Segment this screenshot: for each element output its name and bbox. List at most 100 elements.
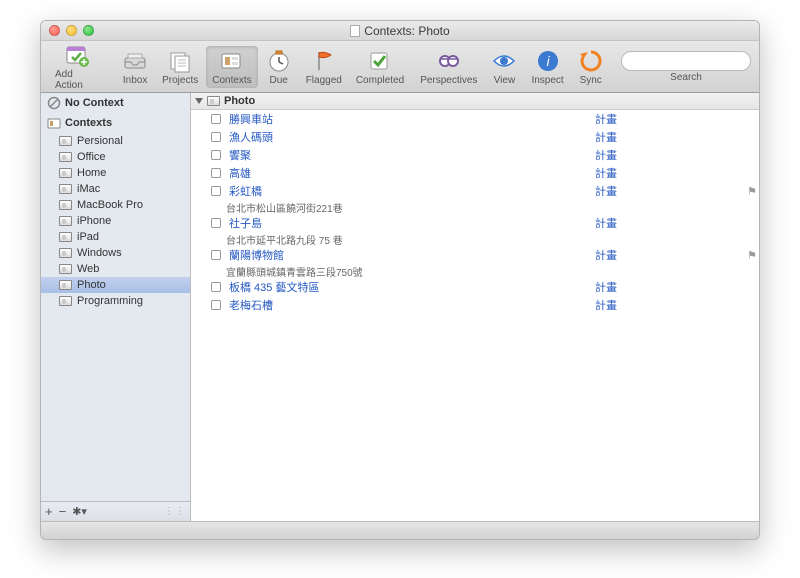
disclosure-triangle-icon[interactable]	[195, 98, 203, 104]
no-context-label: No Context	[65, 97, 124, 109]
task-row[interactable]: 漁人碼頭計畫	[191, 128, 759, 146]
sidebar-item-photo[interactable]: Photo	[41, 277, 190, 293]
task-checkbox[interactable]	[211, 300, 221, 310]
sidebar-item-windows[interactable]: Windows	[41, 245, 190, 261]
sidebar-item-label: iPad	[77, 231, 99, 243]
sidebar-item-home[interactable]: Home	[41, 165, 190, 181]
titlebar[interactable]: Contexts: Photo	[41, 21, 759, 41]
sidebar: No Context Contexts Persional Office Home i…	[41, 93, 191, 521]
inbox-button[interactable]: Inbox	[116, 46, 154, 88]
zoom-button[interactable]	[83, 25, 94, 36]
search-input[interactable]	[621, 51, 751, 71]
task-checkbox[interactable]	[211, 218, 221, 228]
sidebar-item-label: Office	[77, 151, 106, 163]
sidebar-action-menu[interactable]: ✱▾	[72, 505, 87, 518]
main-heading-row[interactable]: Photo	[191, 93, 759, 110]
task-project: 計畫	[595, 147, 745, 163]
content-area: No Context Contexts Persional Office Home i…	[41, 93, 759, 521]
task-row[interactable]: 社子島計畫	[191, 214, 759, 232]
no-context-icon	[47, 96, 61, 110]
task-project: 計畫	[595, 129, 745, 145]
completed-icon	[367, 48, 393, 74]
task-checkbox[interactable]	[211, 168, 221, 178]
due-button[interactable]: Due	[260, 46, 298, 88]
sidebar-item-label: Persional	[77, 135, 123, 147]
task-project: 計畫	[595, 247, 745, 263]
due-label: Due	[270, 75, 288, 86]
context-icon	[59, 168, 72, 178]
context-icon	[59, 248, 72, 258]
context-icon	[59, 136, 72, 146]
window-controls	[49, 25, 94, 36]
context-icon	[59, 152, 72, 162]
task-row[interactable]: 高雄計畫	[191, 164, 759, 182]
due-icon	[266, 48, 292, 74]
perspectives-button[interactable]: Perspectives	[414, 46, 483, 88]
document-icon	[350, 25, 360, 37]
task-title: 社子島	[227, 215, 595, 231]
inspect-button[interactable]: i Inspect	[525, 46, 569, 88]
context-icon	[59, 264, 72, 274]
sync-button[interactable]: Sync	[572, 46, 610, 88]
window-title-text: Contexts: Photo	[364, 24, 449, 38]
minimize-button[interactable]	[66, 25, 77, 36]
toolbar: Add Action Inbox Projects Contexts Due F…	[41, 41, 759, 93]
sync-icon	[578, 48, 604, 74]
add-action-icon	[64, 42, 90, 68]
task-row[interactable]: 蘭陽博物館計畫⚑	[191, 246, 759, 264]
task-row[interactable]: 彩虹橋計畫⚑	[191, 182, 759, 200]
perspectives-icon	[436, 48, 462, 74]
sidebar-item-iphone[interactable]: iPhone	[41, 213, 190, 229]
task-title: 勝興車站	[227, 111, 595, 127]
task-checkbox[interactable]	[211, 186, 221, 196]
add-action-button[interactable]: Add Action	[49, 40, 105, 93]
task-note: 台北市延平北路九段 75 巷	[191, 232, 759, 246]
task-row[interactable]: 板橋 435 藝文特區計畫	[191, 278, 759, 296]
completed-button[interactable]: Completed	[350, 46, 410, 88]
projects-button[interactable]: Projects	[156, 46, 204, 88]
task-checkbox[interactable]	[211, 132, 221, 142]
contexts-header-row[interactable]: Contexts	[41, 113, 190, 133]
context-icon	[59, 200, 72, 210]
contexts-header-icon	[47, 116, 61, 130]
task-title: 漁人碼頭	[227, 129, 595, 145]
flag-indicator[interactable]: ⚑	[745, 249, 759, 262]
task-checkbox[interactable]	[211, 114, 221, 124]
contexts-button[interactable]: Contexts	[206, 46, 257, 88]
task-project: 計畫	[595, 183, 745, 199]
add-context-button[interactable]: +	[45, 504, 53, 519]
sidebar-resize-grip[interactable]: ⋮⋮	[164, 506, 186, 517]
task-checkbox[interactable]	[211, 250, 221, 260]
sidebar-item-persional[interactable]: Persional	[41, 133, 190, 149]
task-checkbox[interactable]	[211, 282, 221, 292]
task-row[interactable]: 老梅石槽計畫	[191, 296, 759, 314]
flag-indicator[interactable]: ⚑	[745, 185, 759, 198]
sidebar-item-label: Home	[77, 167, 106, 179]
projects-label: Projects	[162, 75, 198, 86]
sidebar-item-imac[interactable]: iMac	[41, 181, 190, 197]
task-row[interactable]: 饗聚計畫	[191, 146, 759, 164]
statusbar	[41, 521, 759, 539]
no-context-row[interactable]: No Context	[41, 93, 190, 113]
sidebar-item-label: Windows	[77, 247, 122, 259]
sidebar-item-office[interactable]: Office	[41, 149, 190, 165]
task-row[interactable]: 勝興車站計畫	[191, 110, 759, 128]
view-label: View	[494, 75, 516, 86]
task-project: 計畫	[595, 279, 745, 295]
view-button[interactable]: View	[485, 46, 523, 88]
remove-context-button[interactable]: −	[59, 504, 67, 519]
flagged-button[interactable]: Flagged	[300, 46, 348, 88]
task-checkbox[interactable]	[211, 150, 221, 160]
close-button[interactable]	[49, 25, 60, 36]
sidebar-item-macbook-pro[interactable]: MacBook Pro	[41, 197, 190, 213]
context-icon	[59, 216, 72, 226]
sidebar-item-label: iMac	[77, 183, 100, 195]
sync-label: Sync	[580, 75, 602, 86]
context-icon	[59, 184, 72, 194]
sidebar-item-programming[interactable]: Programming	[41, 293, 190, 309]
task-title: 彩虹橋	[227, 183, 595, 199]
task-project: 計畫	[595, 297, 745, 313]
task-note: 宜蘭縣頭城鎮青雲路三段750號	[191, 264, 759, 278]
sidebar-item-ipad[interactable]: iPad	[41, 229, 190, 245]
sidebar-item-web[interactable]: Web	[41, 261, 190, 277]
